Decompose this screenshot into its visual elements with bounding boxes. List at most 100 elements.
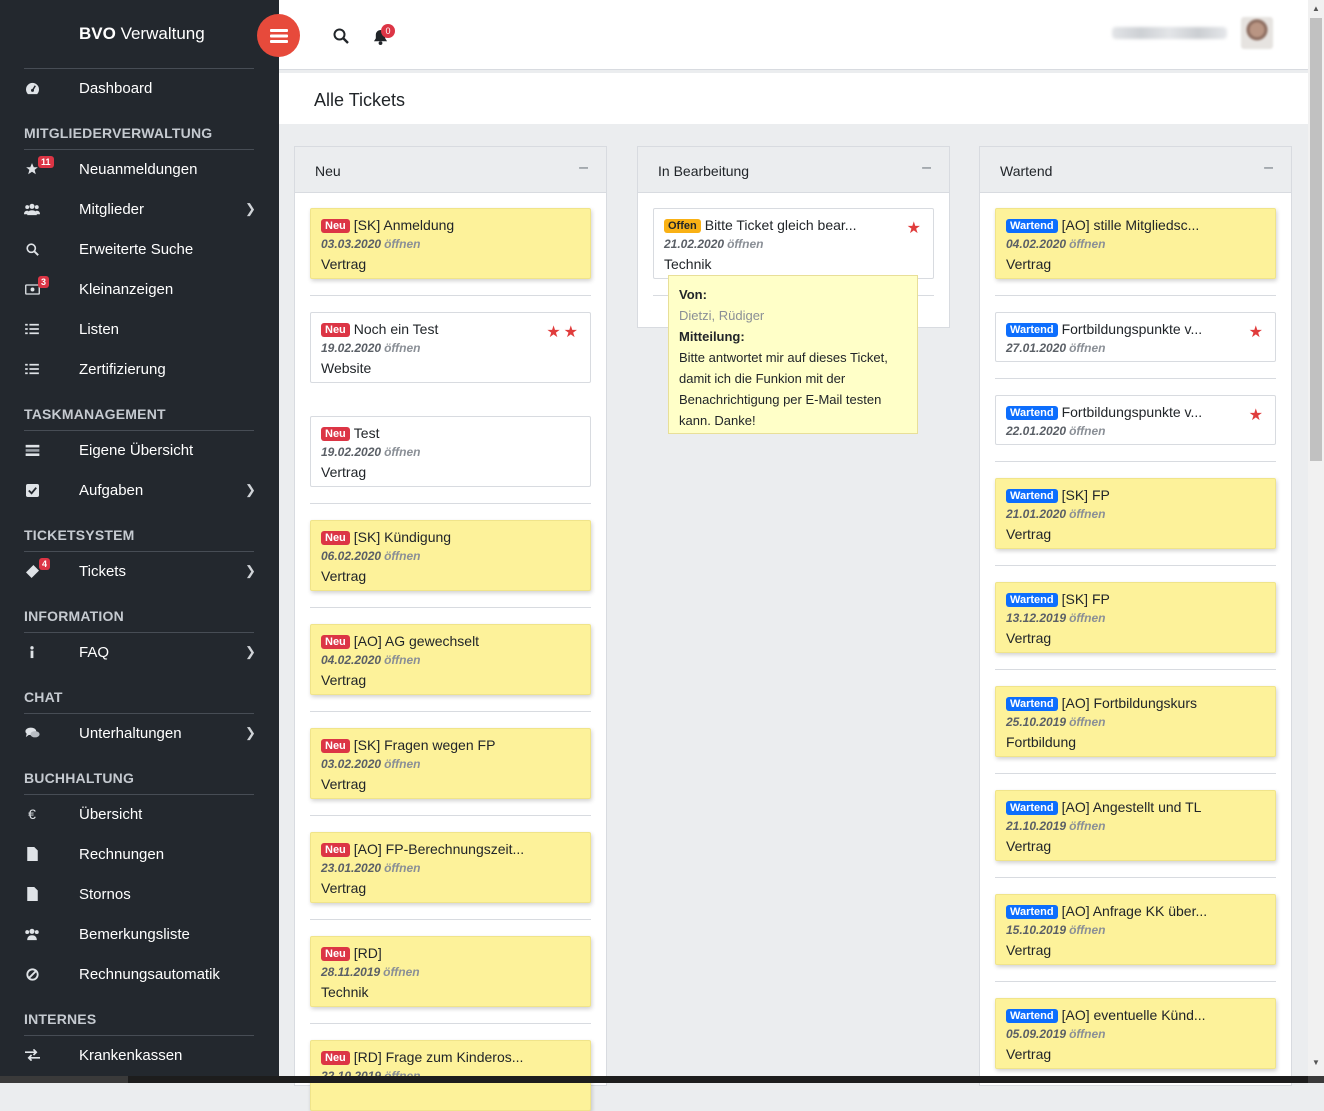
ticket-card[interactable]: Wartend Fortbildungspunkte v... ★ 27.01.2…	[995, 312, 1276, 362]
scrollbar-thumb[interactable]	[128, 1076, 1308, 1083]
divider	[310, 503, 591, 504]
brand-logo[interactable]: BVO Verwaltung	[79, 24, 205, 44]
column-neu: Neu – Neu [SK] Anmeldung 03.03.2020 öffnen…	[294, 146, 607, 1111]
sidebar-item-stornos[interactable]: Stornos	[0, 874, 279, 914]
status-badge: Wartend	[1006, 219, 1058, 233]
open-link[interactable]: öffnen	[384, 653, 420, 667]
ticket-date: 27.01.2020	[1006, 341, 1067, 355]
sidebar-item-label: Mitglieder	[79, 200, 145, 218]
ticket-title: [AO] Anfrage KK über...	[1061, 903, 1208, 919]
sidebar-item-bemerkungsliste[interactable]: Bemerkungsliste	[0, 914, 279, 954]
scroll-up-icon[interactable]: ▲	[1312, 4, 1320, 13]
minimize-button[interactable]: –	[922, 159, 931, 177]
scrollbar-thumb[interactable]	[1310, 18, 1322, 461]
ticket-card[interactable]: Wartend [AO] Fortbildungskurs 25.10.2019 ö…	[995, 686, 1276, 757]
ticket-card[interactable]: Wartend [AO] stille Mitgliedsc... 04.02.2…	[995, 208, 1276, 279]
open-link[interactable]: öffnen	[1069, 237, 1105, 251]
section-title-ticketsystem: TICKETSYSTEM	[24, 527, 135, 543]
open-link[interactable]: öffnen	[1069, 507, 1105, 521]
divider	[995, 773, 1276, 774]
users-icon	[24, 926, 40, 942]
sidebar-item-erweiterte-suche[interactable]: Erweiterte Suche	[0, 229, 279, 269]
search-icon[interactable]	[333, 28, 349, 47]
sidebar-item-listen[interactable]: Listen	[0, 309, 279, 349]
user-name[interactable]	[1112, 27, 1227, 39]
ticket-category: Vertrag	[321, 464, 367, 480]
sidebar-item-zertifizierung[interactable]: Zertifizierung	[0, 349, 279, 389]
open-link[interactable]: öffnen	[383, 965, 419, 979]
sidebar-item-neuanmeldungen[interactable]: 11 Neuanmeldungen	[0, 149, 279, 189]
ticket-card[interactable]: Wartend [SK] FP 21.01.2020 öffnen Vertrag	[995, 478, 1276, 549]
open-link[interactable]: öffnen	[384, 757, 420, 771]
sidebar-item-uebersicht[interactable]: € Übersicht	[0, 794, 279, 834]
sidebar-item-label: Listen	[79, 320, 120, 338]
open-link[interactable]: öffnen	[384, 237, 420, 251]
section-title-chat: CHAT	[24, 689, 63, 705]
ticket-title: [RD] Frage zum Kinderos...	[353, 1049, 524, 1065]
scroll-down-icon[interactable]: ▼	[1312, 1058, 1320, 1067]
ticket-card[interactable]: Neu [SK] Kündigung 06.02.2020 öffnen Vertr…	[310, 520, 591, 591]
ticket-card[interactable]: Neu [SK] Fragen wegen FP 03.02.2020 öffnen…	[310, 728, 591, 799]
section-title-mitgliederverwaltung: MITGLIEDERVERWALTUNG	[24, 125, 213, 141]
sidebar-item-rechnungsautomatik[interactable]: Rechnungsautomatik	[0, 954, 279, 994]
status-badge: Wartend	[1006, 1009, 1058, 1023]
open-link[interactable]: öffnen	[727, 237, 763, 251]
sidebar-item-eigene-uebersicht[interactable]: Eigene Übersicht	[0, 430, 279, 470]
sidebar-item-rechnungen[interactable]: Rechnungen	[0, 834, 279, 874]
sidebar-item-mitglieder[interactable]: Mitglieder ❯	[0, 189, 279, 229]
ticket-title: [AO] AG gewechselt	[353, 633, 480, 649]
star-icon[interactable]: ★	[907, 218, 924, 238]
star-icon[interactable]: ★	[1249, 405, 1266, 425]
dashboard-icon	[24, 80, 40, 96]
ticket-card[interactable]: Neu Noch ein Test ★★ 19.02.2020 öffnen Web…	[310, 312, 591, 383]
open-link[interactable]: öffnen	[384, 445, 420, 459]
open-link[interactable]: öffnen	[1069, 819, 1105, 833]
ticket-card[interactable]: Wartend Fortbildungspunkte v... ★ 22.01.2…	[995, 395, 1276, 445]
ticket-card[interactable]: Offen Bitte Ticket gleich bear... ★ 21.02…	[653, 208, 934, 279]
ticket-category: Vertrag	[1006, 838, 1052, 854]
ticket-card[interactable]: Wartend [AO] eventuelle Künd... 05.09.201…	[995, 998, 1276, 1069]
ticket-title: Fortbildungspunkte v...	[1061, 321, 1203, 337]
ticket-category: Vertrag	[1006, 256, 1052, 272]
section-title-buchhaltung: BUCHHALTUNG	[24, 770, 135, 786]
ticket-card[interactable]: Neu [SK] Anmeldung 03.03.2020 öffnen Vertr…	[310, 208, 591, 279]
open-link[interactable]: öffnen	[384, 341, 420, 355]
ticket-card[interactable]: Neu Test 19.02.2020 öffnen Vertrag	[310, 416, 591, 487]
open-link[interactable]: öffnen	[1069, 923, 1105, 937]
avatar[interactable]	[1241, 17, 1273, 49]
users-icon	[24, 201, 40, 217]
open-link[interactable]: öffnen	[1069, 424, 1105, 438]
open-link[interactable]: öffnen	[1069, 611, 1105, 625]
star-icon[interactable]: ★	[1249, 322, 1266, 342]
open-link[interactable]: öffnen	[384, 549, 420, 563]
divider	[310, 815, 591, 816]
ticket-card[interactable]: Wartend [AO] Angestellt und TL 21.10.2019…	[995, 790, 1276, 861]
sidebar-item-unterhaltungen[interactable]: Unterhaltungen ❯	[0, 713, 279, 753]
minimize-button[interactable]: –	[1264, 159, 1273, 177]
file-icon	[24, 886, 40, 902]
open-link[interactable]: öffnen	[1069, 715, 1105, 729]
vertical-scrollbar[interactable]: ▲ ▼	[1308, 0, 1324, 1083]
ticket-card[interactable]: Neu [AO] FP-Berechnungszeit... 23.01.2020…	[310, 832, 591, 903]
sidebar-item-dashboard[interactable]: Dashboard	[0, 68, 279, 108]
sidebar-item-kleinanzeigen[interactable]: 3 Kleinanzeigen	[0, 269, 279, 309]
ticket-card[interactable]: Wartend [SK] FP 13.12.2019 öffnen Vertrag	[995, 582, 1276, 653]
open-link[interactable]: öffnen	[1069, 341, 1105, 355]
ticket-category: Vertrag	[1006, 630, 1052, 646]
ticket-title: [AO] Fortbildungskurs	[1061, 695, 1197, 711]
sidebar-toggle-button[interactable]	[257, 14, 300, 57]
ticket-card[interactable]: Neu [AO] AG gewechselt 04.02.2020 öffnen V…	[310, 624, 591, 695]
tooltip-from: Dietzi, Rüdiger	[679, 308, 765, 323]
star-icon[interactable]: ★★	[546, 322, 581, 342]
open-link[interactable]: öffnen	[384, 861, 420, 875]
ticket-card[interactable]: Neu [RD] 28.11.2019 öffnen Technik	[310, 936, 591, 1007]
ticket-card[interactable]: Wartend [AO] Anfrage KK über... 15.10.201…	[995, 894, 1276, 965]
sidebar-item-aufgaben[interactable]: Aufgaben ❯	[0, 470, 279, 510]
sidebar-item-tickets[interactable]: 4 Tickets ❯	[0, 551, 279, 591]
open-link[interactable]: öffnen	[1069, 1027, 1105, 1041]
horizontal-scrollbar[interactable]	[0, 1076, 1324, 1083]
sidebar-item-faq[interactable]: FAQ ❯	[0, 632, 279, 672]
minimize-button[interactable]: –	[579, 159, 588, 177]
sidebar-item-krankenkassen[interactable]: Krankenkassen	[0, 1035, 279, 1075]
divider	[995, 295, 1276, 296]
